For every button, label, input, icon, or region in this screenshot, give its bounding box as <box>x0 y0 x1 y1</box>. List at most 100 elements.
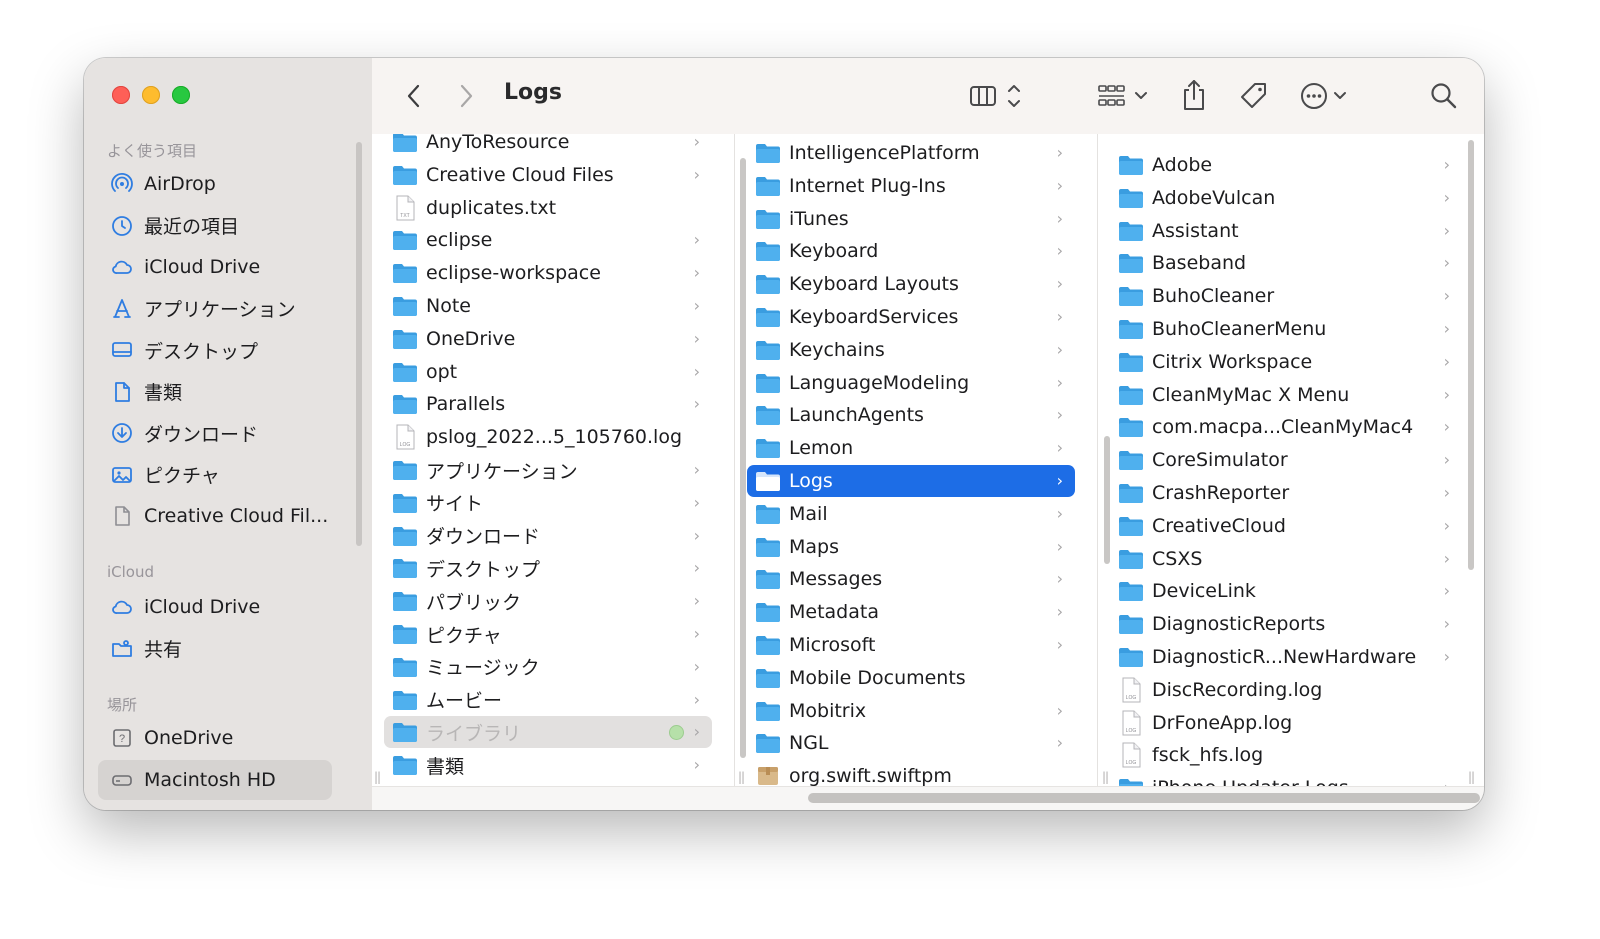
more-actions-button[interactable] <box>1298 78 1354 114</box>
folder-item[interactable]: Maps › <box>747 531 1075 563</box>
folder-item[interactable]: CSXS › <box>1110 543 1462 575</box>
sidebar-item-[interactable]: 書類 <box>98 372 332 412</box>
folder-item[interactable]: Mobitrix › <box>747 695 1075 727</box>
folder-item[interactable]: OneDrive › <box>384 323 712 355</box>
folder-item[interactable]: eclipse-workspace › <box>384 257 712 289</box>
folder-item[interactable]: Keyboard Layouts › <box>747 268 1075 300</box>
folder-item[interactable]: com.macpa...CleanMyMac4 › <box>1110 411 1462 443</box>
file-item[interactable]: LOG DrFoneApp.log <box>1110 707 1462 739</box>
chevron-right-icon: › <box>693 525 700 545</box>
folder-item[interactable]: IntelligencePlatform › <box>747 137 1075 169</box>
folder-item[interactable]: LanguageModeling › <box>747 367 1075 399</box>
folder-item[interactable]: Keychains › <box>747 334 1075 366</box>
folder-item[interactable]: ライブラリ › <box>384 716 712 749</box>
folder-item[interactable]: LaunchAgents › <box>747 399 1075 431</box>
sidebar-item-airdrop[interactable]: AirDrop <box>98 164 332 204</box>
folder-item[interactable]: DiagnosticR...NewHardware › <box>1110 641 1462 673</box>
column-resize-handle[interactable]: || <box>374 770 381 784</box>
chevron-right-icon: › <box>1056 372 1063 392</box>
sidebar-item-[interactable]: ダウンロード <box>98 413 332 453</box>
folder-item[interactable]: ミュージック › <box>384 651 712 683</box>
back-button[interactable] <box>398 80 430 112</box>
folder-item[interactable]: Note › <box>384 290 712 322</box>
sidebar-item-icloud-drive[interactable]: iCloud Drive <box>98 247 332 287</box>
sidebar-item-icloud-drive[interactable]: iCloud Drive <box>98 587 332 627</box>
sidebar-item-[interactable]: アプリケーション <box>98 289 332 329</box>
horizontal-scroll-thumb[interactable] <box>808 793 1480 803</box>
sidebar-item-creative-cloud-fil[interactable]: Creative Cloud Fil... <box>98 496 332 536</box>
folder-item[interactable]: DiagnosticReports › <box>1110 608 1462 640</box>
folder-item[interactable]: iPhone Updater Logs › <box>1110 772 1462 786</box>
item-label: Creative Cloud Files <box>426 163 614 186</box>
forward-button[interactable] <box>450 80 482 112</box>
folder-item[interactable]: Mail › <box>747 498 1075 530</box>
folder-item[interactable]: KeyboardServices › <box>747 301 1075 333</box>
folder-item[interactable]: ダウンロード › <box>384 520 712 552</box>
folder-item[interactable]: BuhoCleanerMenu › <box>1110 313 1462 345</box>
folder-item[interactable]: Adobe › <box>1110 149 1462 181</box>
column-resize-handle[interactable]: || <box>738 770 745 784</box>
file-item[interactable]: LOG DiscRecording.log <box>1110 674 1462 706</box>
search-button[interactable] <box>1426 78 1462 114</box>
file-item[interactable]: LOG fsck_hfs.log <box>1110 739 1462 771</box>
sidebar-scrollbar[interactable] <box>356 142 362 546</box>
column-scrollbar[interactable] <box>1468 140 1474 570</box>
folder-icon <box>755 371 781 395</box>
share-button[interactable] <box>1178 76 1210 114</box>
column-resize-handle[interactable]: || <box>1102 770 1109 784</box>
file-item[interactable]: LOG pslog_2022...5_105760.log <box>384 421 712 453</box>
folder-item[interactable]: サイト › <box>384 487 712 519</box>
folder-item[interactable]: Internet Plug-Ins › <box>747 170 1075 202</box>
folder-icon <box>392 134 418 154</box>
folder-item[interactable]: BuhoCleaner › <box>1110 280 1462 312</box>
folder-item[interactable]: 書類 › <box>384 749 712 781</box>
folder-item[interactable]: CrashReporter › <box>1110 477 1462 509</box>
folder-item[interactable]: Microsoft › <box>747 629 1075 661</box>
view-mode-button[interactable] <box>966 78 1032 114</box>
folder-item[interactable]: ムービー › <box>384 684 712 716</box>
sidebar-item-[interactable]: デスクトップ <box>98 330 332 370</box>
folder-item[interactable]: デスクトップ › <box>384 552 712 584</box>
folder-item[interactable]: Baseband › <box>1110 247 1462 279</box>
folder-item[interactable]: CoreSimulator › <box>1110 444 1462 476</box>
close-button[interactable] <box>112 86 130 104</box>
folder-item[interactable]: Parallels › <box>384 388 712 420</box>
folder-item[interactable]: Lemon › <box>747 432 1075 464</box>
file-item[interactable]: TXT duplicates.txt <box>384 192 712 224</box>
column-scrollbar[interactable] <box>740 158 746 758</box>
column-resize-handle[interactable]: || <box>1468 770 1475 784</box>
package-item[interactable]: org.swift.swiftpm <box>747 760 1075 786</box>
folder-item[interactable]: Creative Cloud Files › <box>384 159 712 191</box>
folder-item[interactable]: AdobeVulcan › <box>1110 182 1462 214</box>
horizontal-scrollbar[interactable] <box>372 786 1484 810</box>
sidebar-item-[interactable]: 共有 <box>98 629 332 669</box>
group-button[interactable] <box>1094 78 1156 114</box>
folder-item[interactable]: Mobile Documents <box>747 662 1075 694</box>
sidebar-item-[interactable]: ピクチャ <box>98 455 332 495</box>
folder-item[interactable]: AnyToResource › <box>384 134 712 158</box>
folder-item[interactable]: opt › <box>384 356 712 388</box>
sidebar-item-macintosh-hd[interactable]: Macintosh HD <box>98 759 332 800</box>
folder-item[interactable]: ピクチャ › <box>384 618 712 650</box>
folder-item[interactable]: NGL › <box>747 727 1075 759</box>
column-scrollbar[interactable] <box>1104 436 1110 564</box>
cloud-icon <box>110 595 134 619</box>
folder-item[interactable]: DeviceLink › <box>1110 575 1462 607</box>
folder-item[interactable]: アプリケーション › <box>384 454 712 486</box>
zoom-button[interactable] <box>172 86 190 104</box>
folder-item[interactable]: Citrix Workspace › <box>1110 346 1462 378</box>
folder-item[interactable]: CreativeCloud › <box>1110 510 1462 542</box>
folder-item[interactable]: Assistant › <box>1110 215 1462 247</box>
folder-item[interactable]: iTunes › <box>747 203 1075 235</box>
sidebar-item-[interactable]: 最近の項目 <box>98 206 332 246</box>
tag-button[interactable] <box>1236 78 1272 114</box>
folder-item[interactable]: パブリック › <box>384 585 712 617</box>
folder-item[interactable]: Logs › <box>747 465 1075 497</box>
folder-item[interactable]: Keyboard › <box>747 235 1075 267</box>
sidebar-item-onedrive[interactable]: ? OneDrive <box>98 718 332 758</box>
folder-item[interactable]: CleanMyMac X Menu › <box>1110 379 1462 411</box>
folder-item[interactable]: Messages › <box>747 563 1075 595</box>
folder-item[interactable]: eclipse › <box>384 224 712 256</box>
minimize-button[interactable] <box>142 86 160 104</box>
folder-item[interactable]: Metadata › <box>747 596 1075 628</box>
